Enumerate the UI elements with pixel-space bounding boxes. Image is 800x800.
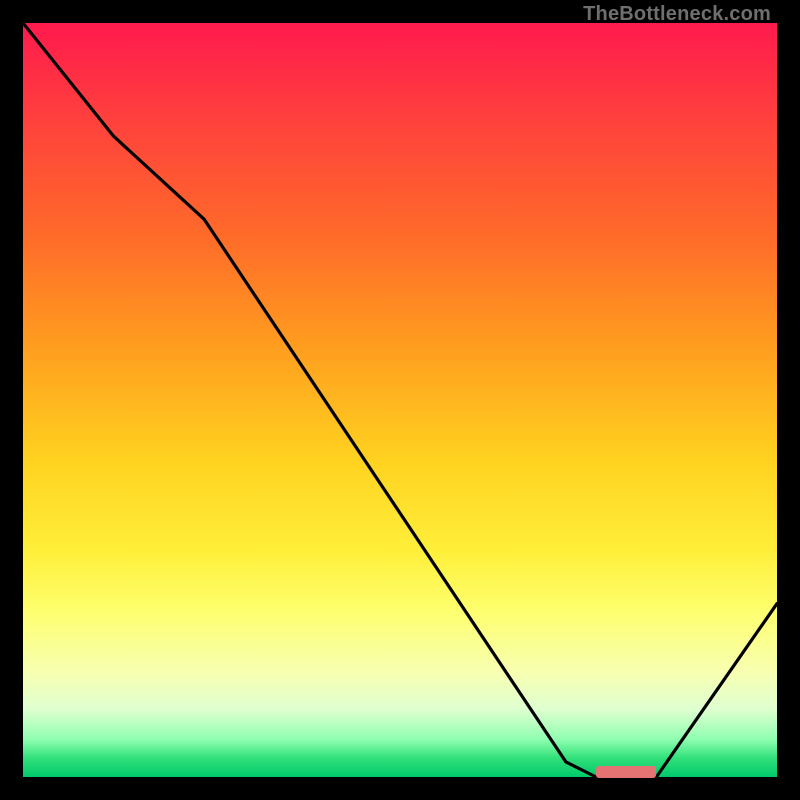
optimal-range-marker: [596, 766, 656, 778]
bottleneck-curve: [23, 23, 777, 777]
curve-path: [23, 23, 777, 777]
chart-frame: TheBottleneck.com: [23, 23, 777, 777]
